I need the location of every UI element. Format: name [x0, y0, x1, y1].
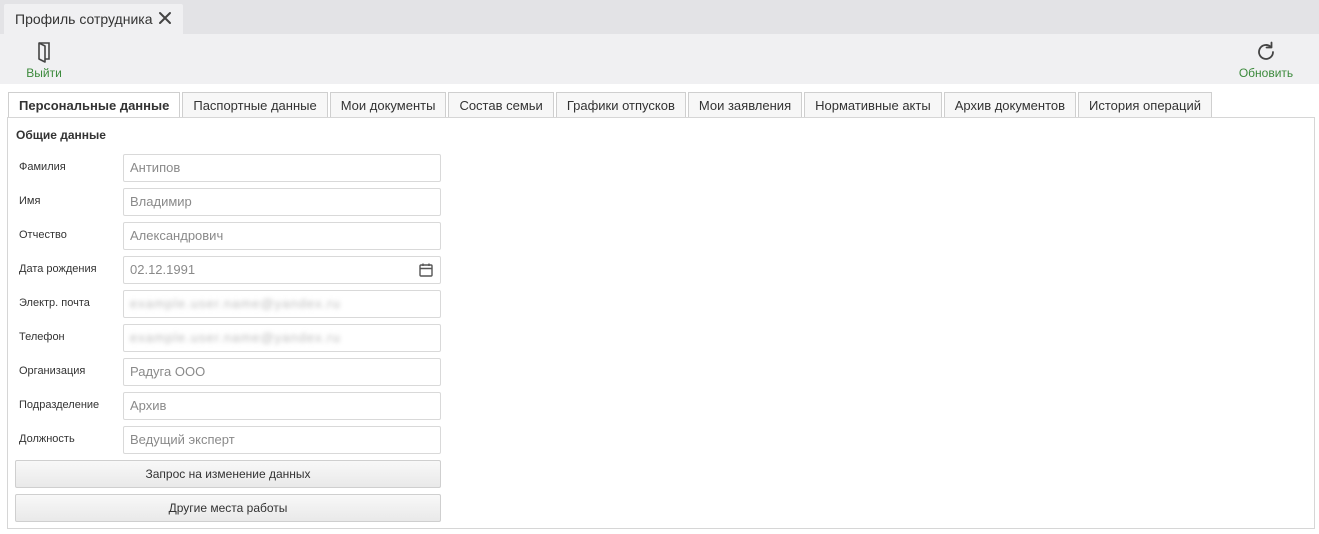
email-label: Электр. почта: [19, 297, 90, 309]
birth-date-label: Дата рождения: [19, 263, 97, 275]
patronymic-label: Отчество: [19, 229, 67, 241]
close-icon[interactable]: [158, 11, 172, 25]
tab-passport-data[interactable]: Паспортные данные: [182, 92, 328, 118]
tab-operation-history[interactable]: История операций: [1078, 92, 1212, 118]
phone-label: Телефон: [19, 331, 65, 343]
email-field[interactable]: example.user.name@yandex.ru: [123, 290, 441, 318]
phone-value-blurred: example.user.name@yandex.ru: [130, 330, 341, 345]
tab-regulations[interactable]: Нормативные акты: [804, 92, 942, 118]
phone-field[interactable]: example.user.name@yandex.ru: [123, 324, 441, 352]
position-field[interactable]: Ведущий эксперт: [123, 426, 441, 454]
email-value-blurred: example.user.name@yandex.ru: [130, 296, 341, 311]
organization-field[interactable]: Радуга ООО: [123, 358, 441, 386]
tab-vacation-schedules[interactable]: Графики отпусков: [555, 92, 686, 118]
tab-my-requests[interactable]: Мои заявления: [687, 92, 803, 118]
toolbar: Выйти Обновить: [0, 34, 1319, 84]
tab-personal-data[interactable]: Персональные данные: [8, 92, 181, 119]
exit-door-icon: [38, 42, 50, 63]
refresh-label: Обновить: [1238, 66, 1294, 80]
last-name-field[interactable]: Антипов: [123, 154, 441, 182]
last-name-label: Фамилия: [19, 161, 66, 173]
profile-tabs: Персональные данные Паспортные данные Мо…: [8, 92, 1214, 119]
personal-data-panel: Общие данные Фамилия Антипов Имя Владими…: [7, 117, 1315, 529]
refresh-button[interactable]: Обновить: [1234, 34, 1298, 84]
first-name-label: Имя: [19, 195, 41, 207]
first-name-field[interactable]: Владимир: [123, 188, 441, 216]
request-change-button[interactable]: Запрос на изменение данных: [15, 460, 441, 488]
document-tab-bar: Профиль сотрудника: [0, 0, 1319, 34]
birth-date-field[interactable]: 02.12.1991: [123, 256, 441, 284]
document-tab-title: Профиль сотрудника: [15, 11, 153, 27]
refresh-icon: [1258, 41, 1274, 60]
department-field[interactable]: Архив: [123, 392, 441, 420]
tab-my-documents[interactable]: Мои документы: [329, 92, 447, 118]
exit-button[interactable]: Выйти: [22, 34, 66, 84]
tab-family[interactable]: Состав семьи: [448, 92, 554, 118]
document-tab-employee-profile[interactable]: Профиль сотрудника: [4, 4, 183, 34]
tab-document-archive[interactable]: Архив документов: [943, 92, 1077, 118]
other-jobs-button[interactable]: Другие места работы: [15, 494, 441, 522]
position-label: Должность: [19, 433, 75, 445]
organization-label: Организация: [19, 365, 86, 377]
exit-label: Выйти: [26, 66, 62, 80]
patronymic-field[interactable]: Александрович: [123, 222, 441, 250]
calendar-icon[interactable]: [418, 262, 434, 278]
department-label: Подразделение: [19, 399, 100, 411]
section-title: Общие данные: [16, 128, 106, 142]
